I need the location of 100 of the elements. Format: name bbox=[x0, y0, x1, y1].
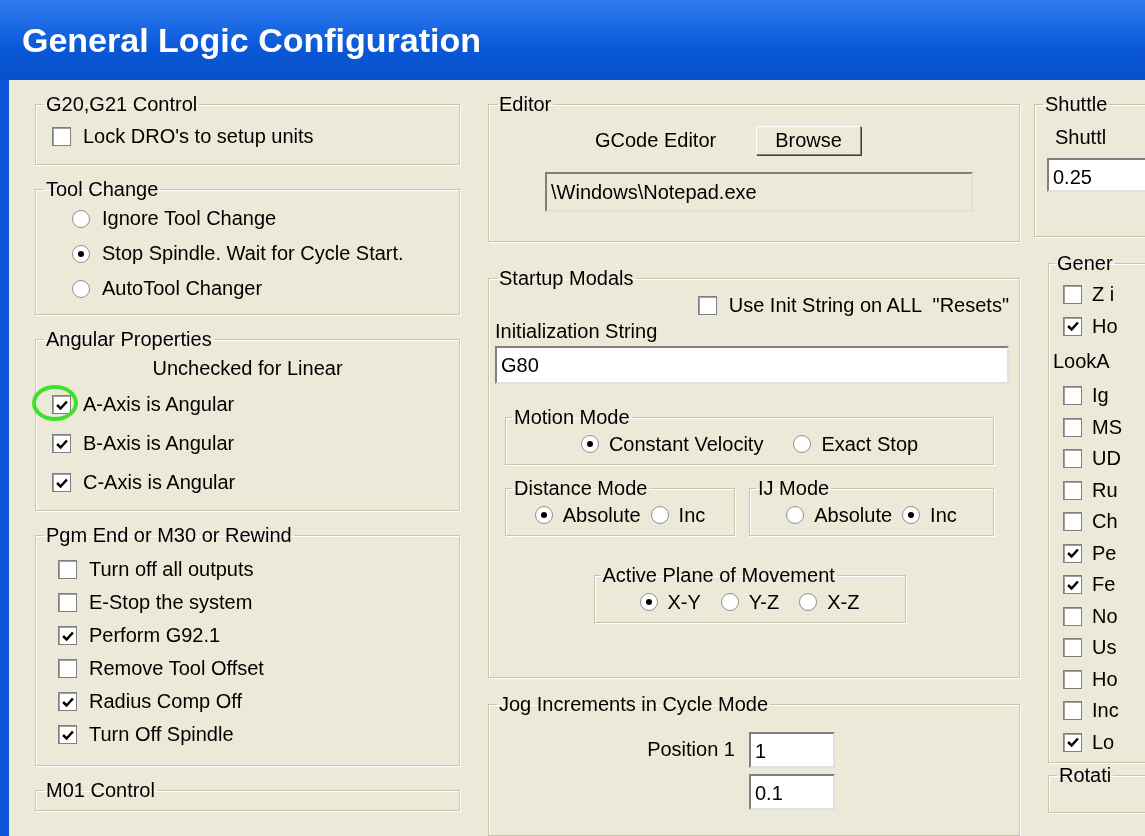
field-label: Initialization String bbox=[495, 320, 658, 342]
group-title: Gener bbox=[1057, 252, 1113, 274]
checkbox-label: Ru bbox=[1092, 478, 1118, 502]
field-label: Shuttl bbox=[1055, 126, 1107, 148]
radio-label: Y-Z bbox=[748, 590, 780, 614]
checkbox-label: Perform G92.1 bbox=[89, 624, 221, 647]
checkbox[interactable] bbox=[58, 659, 77, 678]
radio-label: Stop Spindle. Wait for Cycle Start. bbox=[102, 242, 404, 265]
checkbox-label: Fe bbox=[1092, 573, 1116, 597]
path-field[interactable]: \Windows\Notepad.exe bbox=[545, 172, 973, 212]
checkbox[interactable] bbox=[52, 126, 71, 146]
checkbox-label: No bbox=[1092, 604, 1118, 628]
checkbox[interactable] bbox=[1063, 417, 1082, 437]
radio-button[interactable] bbox=[639, 593, 658, 611]
checkbox-label: C-Axis is Angular bbox=[83, 471, 236, 494]
checkbox-label: Z i bbox=[1092, 283, 1115, 307]
checkbox[interactable] bbox=[1063, 606, 1082, 626]
group-title: M01 Control bbox=[46, 779, 155, 801]
checkbox[interactable] bbox=[1063, 575, 1082, 595]
checkbox[interactable] bbox=[1063, 480, 1082, 500]
checkbox[interactable] bbox=[58, 560, 77, 579]
checkbox[interactable] bbox=[1063, 285, 1082, 305]
group-title: Rotati bbox=[1059, 764, 1112, 786]
radio-label: Exact Stop bbox=[821, 432, 919, 456]
checkbox[interactable] bbox=[1063, 638, 1082, 658]
checkbox-label: MS bbox=[1092, 415, 1122, 439]
group-title: Startup Modals bbox=[499, 267, 634, 289]
checkbox[interactable] bbox=[1063, 316, 1082, 336]
checkbox[interactable] bbox=[58, 692, 77, 711]
input-field[interactable]: 0.25 bbox=[1047, 158, 1145, 192]
checkbox-label: Use Init String on ALL "Resets" bbox=[728, 293, 1009, 317]
checkbox-label: Ig bbox=[1092, 384, 1109, 408]
checkbox[interactable] bbox=[1063, 512, 1082, 532]
radio-button[interactable] bbox=[72, 244, 90, 263]
radio-button[interactable] bbox=[580, 435, 599, 453]
group-title: Pgm End or M30 or Rewind bbox=[46, 524, 292, 546]
checkbox[interactable] bbox=[52, 473, 71, 492]
radio-button[interactable] bbox=[650, 506, 669, 524]
radio-label: Absolute bbox=[814, 503, 893, 527]
checkbox-label: Lock DRO's to setup units bbox=[83, 124, 314, 148]
checkbox[interactable] bbox=[52, 395, 71, 414]
checkbox-label: Turn Off Spindle bbox=[89, 723, 234, 746]
radio-button[interactable] bbox=[799, 593, 818, 611]
checkbox-label: Ho bbox=[1092, 314, 1118, 338]
checkbox-label: B-Axis is Angular bbox=[83, 432, 235, 455]
section-label: LookA bbox=[1053, 350, 1110, 372]
checkbox-label: Radius Comp Off bbox=[89, 690, 243, 713]
radio-button[interactable] bbox=[902, 506, 921, 524]
field-label: GCode Editor bbox=[595, 128, 717, 152]
checkbox-label: Inc bbox=[1092, 699, 1119, 723]
checkbox-label: Lo bbox=[1092, 730, 1115, 754]
group-title: Active Plane of Movement bbox=[602, 564, 835, 586]
group-title: Motion Mode bbox=[514, 406, 630, 428]
checkbox[interactable] bbox=[1063, 449, 1082, 469]
hint-text: Unchecked for Linear bbox=[152, 357, 343, 379]
input-field[interactable]: 1 bbox=[749, 732, 835, 768]
radio-button[interactable] bbox=[534, 506, 553, 524]
checkbox-label: A-Axis is Angular bbox=[83, 393, 235, 416]
checkbox[interactable] bbox=[58, 626, 77, 645]
checkbox[interactable] bbox=[697, 295, 717, 315]
radio-label: Inc bbox=[678, 503, 706, 527]
radio-button[interactable] bbox=[72, 279, 90, 298]
checkbox[interactable] bbox=[1063, 701, 1082, 721]
checkbox-label: Ho bbox=[1092, 667, 1118, 691]
radio-button[interactable] bbox=[793, 435, 812, 453]
checkbox[interactable] bbox=[52, 434, 71, 453]
radio-button[interactable] bbox=[720, 593, 739, 611]
group-title: Tool Change bbox=[46, 178, 159, 200]
radio-button[interactable] bbox=[786, 506, 805, 524]
checkbox[interactable] bbox=[1063, 386, 1082, 406]
checkbox-label: Ch bbox=[1092, 510, 1118, 534]
checkbox[interactable] bbox=[1063, 732, 1082, 752]
group-title: Editor bbox=[499, 93, 552, 115]
checkbox-label: Turn off all outputs bbox=[89, 558, 254, 581]
group-title: Shuttle bbox=[1045, 93, 1108, 115]
radio-button[interactable] bbox=[72, 209, 90, 228]
radio-label: X-Z bbox=[827, 590, 860, 614]
field-label: Position 1 bbox=[647, 738, 735, 760]
checkbox-label: UD bbox=[1092, 447, 1121, 471]
window-title: General Logic Configuration bbox=[22, 20, 482, 60]
radio-label: Ignore Tool Change bbox=[102, 207, 277, 230]
browse-button[interactable]: Browse bbox=[756, 125, 861, 155]
group-title: IJ Mode bbox=[758, 477, 830, 499]
checkbox[interactable] bbox=[58, 725, 77, 744]
input-field[interactable]: G80 bbox=[495, 346, 1009, 384]
group-title: Distance Mode bbox=[514, 477, 648, 499]
input-field[interactable]: 0.1 bbox=[749, 774, 835, 810]
group-title: G20,G21 Control bbox=[46, 93, 198, 115]
checkbox-label: Remove Tool Offset bbox=[89, 657, 264, 680]
radio-label: Absolute bbox=[562, 503, 641, 527]
group-title: Angular Properties bbox=[46, 328, 212, 350]
radio-label: AutoTool Changer bbox=[102, 277, 263, 300]
checkbox[interactable] bbox=[1063, 543, 1082, 563]
checkbox[interactable] bbox=[58, 593, 77, 612]
checkbox[interactable] bbox=[1063, 669, 1082, 689]
radio-label: Inc bbox=[930, 503, 957, 527]
checkbox-label: Us bbox=[1092, 636, 1117, 660]
radio-label: Constant Velocity bbox=[608, 432, 764, 456]
checkbox-label: Pe bbox=[1092, 541, 1117, 565]
checkbox-label: E-Stop the system bbox=[89, 591, 253, 614]
